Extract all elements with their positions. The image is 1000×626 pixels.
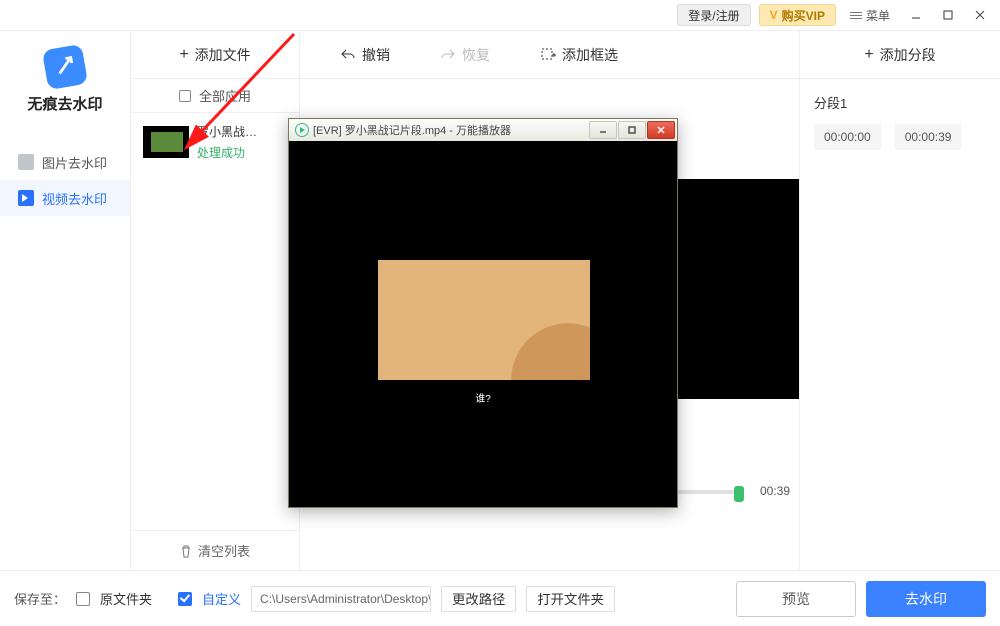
app-menu-button[interactable]: 菜单: [844, 4, 896, 26]
player-video-frame: [378, 260, 590, 380]
custom-path-label[interactable]: 自定义: [202, 589, 241, 608]
original-folder-label: 原文件夹: [100, 589, 152, 608]
select-all-toggle[interactable]: 全部应用: [131, 79, 299, 113]
preview-button[interactable]: 预览: [736, 581, 856, 617]
app-logo-icon: [42, 44, 88, 90]
undo-button[interactable]: 撤销: [340, 45, 390, 65]
change-path-button[interactable]: 更改路径: [441, 586, 516, 612]
add-segment-button[interactable]: + 添加分段: [800, 31, 1000, 79]
timeline-handle[interactable]: [734, 486, 744, 502]
player-maximize-button[interactable]: [618, 121, 646, 139]
player-minimize-button[interactable]: [589, 121, 617, 139]
segment-title: 分段1: [814, 93, 986, 112]
app-title: 无痕去水印: [27, 93, 102, 114]
sidebar-item-image-watermark[interactable]: 图片去水印: [0, 144, 130, 180]
plus-icon: +: [864, 46, 873, 64]
player-close-button[interactable]: [647, 121, 675, 139]
player-subtitle: 谁?: [290, 390, 676, 405]
segments-column: + 添加分段 分段1 00:00:00 00:00:39: [800, 31, 1000, 570]
player-video-area[interactable]: 谁?: [290, 142, 676, 506]
sidebar: 无痕去水印 图片去水印 视频去水印: [0, 31, 130, 570]
file-list-column: + 添加文件 全部应用 罗小黑战… 处理成功 清空列表: [130, 31, 300, 570]
canvas-toolbar: 撤销 恢复 添加框选: [300, 31, 799, 79]
open-folder-button[interactable]: 打开文件夹: [526, 586, 615, 612]
clear-list-button[interactable]: 清空列表: [131, 530, 299, 570]
video-icon: [18, 190, 34, 206]
video-preview-backdrop: [669, 179, 799, 399]
timeline-duration: 00:39: [760, 484, 790, 498]
plus-icon: +: [179, 46, 188, 64]
file-thumbnail: [143, 126, 189, 158]
hamburger-icon: [850, 10, 862, 21]
sidebar-item-video-watermark[interactable]: 视频去水印: [0, 180, 130, 216]
titlebar: 登录/注册 V购买VIP 菜单: [0, 0, 1000, 30]
login-register-button[interactable]: 登录/注册: [677, 4, 750, 26]
player-app-icon: [295, 123, 309, 137]
player-title: [EVR] 罗小黑战记片段.mp4 - 万能播放器: [313, 122, 588, 138]
trash-icon: [180, 544, 192, 558]
redo-button[interactable]: 恢复: [440, 45, 490, 65]
window-close-button[interactable]: [968, 4, 992, 26]
remove-watermark-button[interactable]: 去水印: [866, 581, 986, 617]
add-file-button[interactable]: + 添加文件: [131, 31, 299, 79]
output-path-field[interactable]: C:\Users\Administrator\Desktop\无痕…: [251, 586, 431, 612]
window-minimize-button[interactable]: [904, 4, 928, 26]
segment-start-time[interactable]: 00:00:00: [814, 124, 881, 150]
sidebar-item-label: 图片去水印: [42, 153, 107, 172]
save-to-label: 保存至：: [14, 589, 66, 608]
external-player-window[interactable]: [EVR] 罗小黑战记片段.mp4 - 万能播放器 谁?: [288, 118, 678, 508]
original-folder-checkbox[interactable]: [76, 592, 90, 606]
add-selection-box-button[interactable]: 添加框选: [540, 45, 618, 65]
checkbox-icon: [179, 90, 191, 102]
vip-v-icon: V: [770, 8, 778, 22]
bottom-bar: 保存至： 原文件夹 自定义 C:\Users\Administrator\Des…: [0, 570, 1000, 626]
image-icon: [18, 154, 34, 170]
file-status: 处理成功: [197, 144, 287, 161]
segment-end-time[interactable]: 00:00:39: [895, 124, 962, 150]
sidebar-item-label: 视频去水印: [42, 189, 107, 208]
buy-vip-button[interactable]: V购买VIP: [759, 4, 836, 26]
file-list-item[interactable]: 罗小黑战… 处理成功: [131, 113, 299, 171]
file-name: 罗小黑战…: [197, 123, 287, 140]
player-titlebar[interactable]: [EVR] 罗小黑战记片段.mp4 - 万能播放器: [289, 119, 677, 141]
segment-panel: 分段1 00:00:00 00:00:39: [800, 79, 1000, 164]
custom-path-checkbox[interactable]: [178, 592, 192, 606]
window-maximize-button[interactable]: [936, 4, 960, 26]
